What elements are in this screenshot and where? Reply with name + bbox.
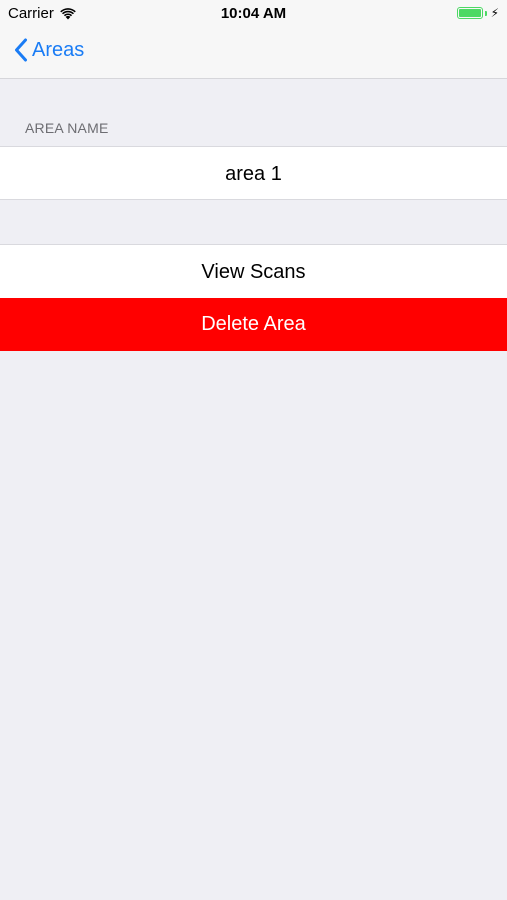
area-name-field[interactable]: area 1 bbox=[0, 146, 507, 200]
section-header-area-name: AREA NAME bbox=[25, 120, 109, 136]
battery-fill bbox=[458, 9, 481, 17]
delete-area-button[interactable]: Delete Area bbox=[0, 298, 507, 351]
screen: Carrier 10:04 AM ⚡ Areas AREA NAME area bbox=[0, 0, 507, 900]
battery-icon bbox=[456, 7, 483, 19]
status-bar: Carrier 10:04 AM ⚡ bbox=[0, 0, 507, 28]
navigation-bar: Areas bbox=[0, 28, 507, 79]
chevron-left-icon bbox=[15, 38, 27, 62]
view-scans-button[interactable]: View Scans bbox=[0, 244, 507, 298]
status-time: 10:04 AM bbox=[220, 5, 287, 22]
back-button[interactable]: Areas bbox=[14, 38, 84, 62]
back-button-label: Areas bbox=[32, 38, 85, 61]
charging-bolt-icon: ⚡ bbox=[490, 6, 499, 20]
battery-tip bbox=[484, 10, 487, 16]
battery-group: ⚡ bbox=[456, 6, 499, 20]
